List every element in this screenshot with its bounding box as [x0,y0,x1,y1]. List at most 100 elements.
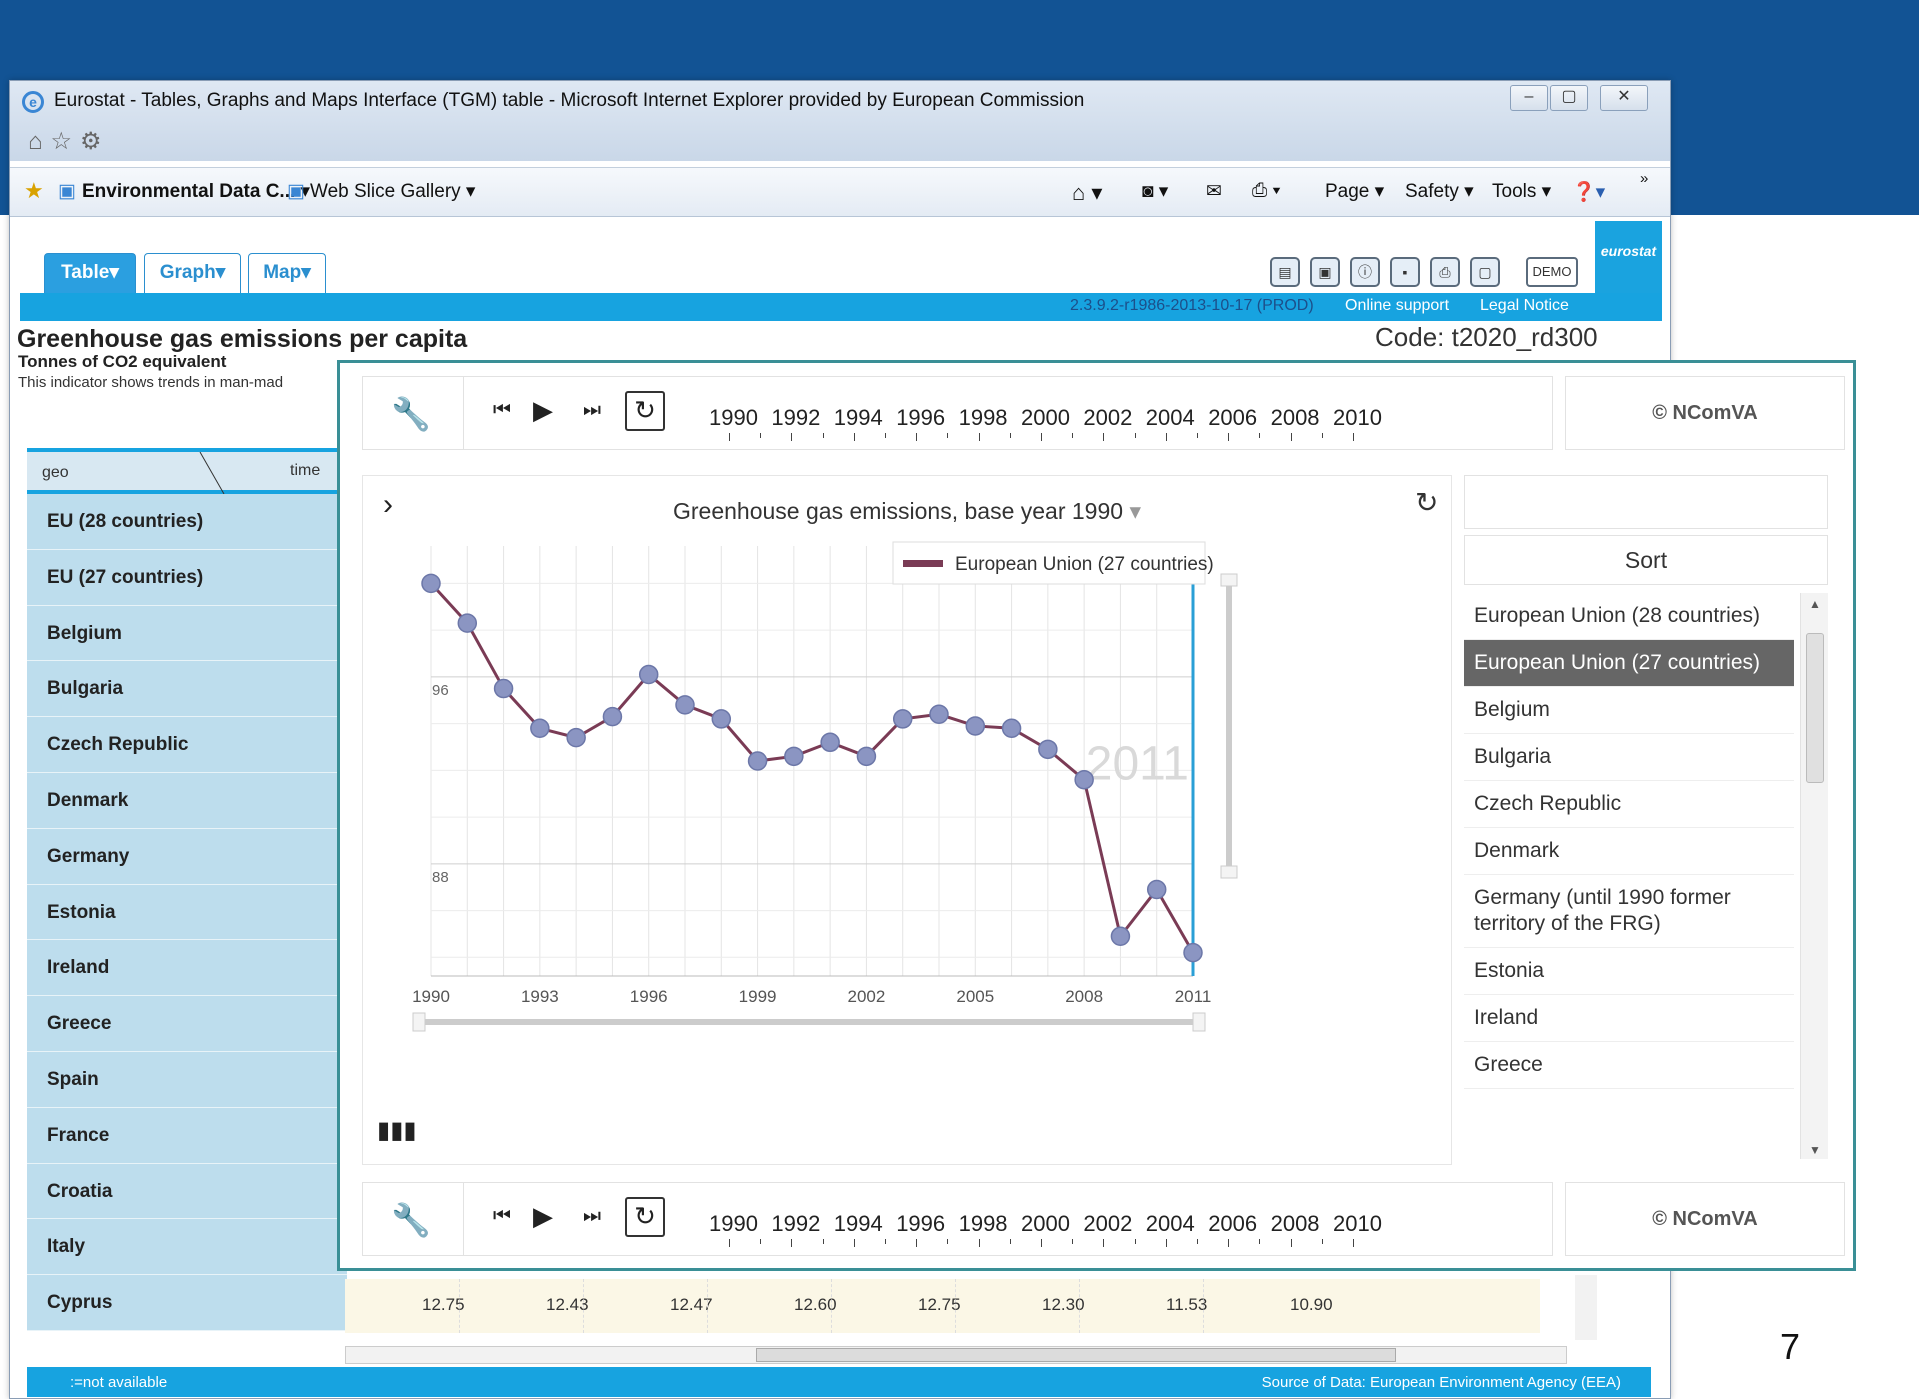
tab-table[interactable]: Table▾ [44,253,136,293]
page-title: Greenhouse gas emissions per capita [17,325,468,353]
timeline-year[interactable]: 2002 [1083,405,1132,431]
timeline-year[interactable]: 2000 [1021,405,1070,431]
page-icon: ▣ [58,181,76,202]
table-row[interactable]: Italy [27,1219,347,1276]
settings-icon[interactable]: ▤ [1270,257,1300,287]
table-row[interactable]: Bulgaria [27,661,347,718]
favorite-environmental-data[interactable]: Environmental Data C... ▾ [82,180,310,203]
table-row[interactable]: Greece [27,996,347,1052]
favorites-star-icon[interactable]: ★ [24,178,44,204]
timeline-year[interactable]: 1994 [834,405,883,431]
table-row[interactable]: France [27,1107,347,1164]
table-horizontal-scrollbar[interactable] [345,1346,1567,1364]
layout-icon[interactable]: ▣ [1310,257,1340,287]
tab-graph[interactable]: Graph▾ [144,253,241,293]
help-icon[interactable]: ❓▾ [1572,180,1605,204]
table-row[interactable]: Cyprus [27,1275,347,1331]
legal-notice-link[interactable]: Legal Notice [1480,297,1569,315]
country-list-item[interactable]: Estonia [1464,948,1794,995]
scroll-up-icon[interactable]: ▲ [1809,597,1821,611]
country-list-item[interactable]: Czech Republic [1464,781,1794,828]
country-list-item[interactable]: Germany (until 1990 former territory of … [1464,875,1794,948]
timeline-year[interactable]: 1994 [834,1211,883,1237]
timeline-year[interactable]: 2010 [1333,1211,1382,1237]
sort-button[interactable]: Sort [1464,535,1828,585]
timeline-year[interactable]: 2004 [1146,405,1195,431]
scroll-thumb[interactable] [756,1348,1396,1362]
wrench-icon[interactable]: 🔧 [391,395,431,433]
star-icon[interactable]: ☆ [51,128,81,155]
timeline-year[interactable]: 1990 [709,405,758,431]
table-row[interactable]: Spain [27,1051,347,1108]
skip-forward-icon[interactable]: ⏭ [583,1205,601,1228]
save-icon[interactable]: ▪ [1390,257,1420,287]
table-vertical-scrollbar[interactable] [1575,1275,1597,1340]
timeline-year[interactable]: 1996 [896,405,945,431]
country-list-item[interactable]: European Union (27 countries) [1464,640,1794,687]
table-row[interactable]: Estonia [27,884,347,941]
timeline-year[interactable]: 2008 [1271,1211,1320,1237]
play-icon[interactable]: ▶ [533,1201,553,1232]
table-row[interactable]: Denmark [27,772,347,829]
tab-map[interactable]: Map▾ [248,253,326,293]
timeline-year[interactable]: 2000 [1021,1211,1070,1237]
wrench-icon[interactable]: 🔧 [391,1201,431,1239]
bar-chart-icon[interactable]: ▮▮▮ [377,1116,417,1145]
scroll-down-icon[interactable]: ▼ [1809,1143,1821,1157]
timeline-year[interactable]: 1990 [709,1211,758,1237]
table-row[interactable]: Germany [27,828,347,885]
play-icon[interactable]: ▶ [533,395,553,426]
tools-menu[interactable]: Tools ▾ [1492,180,1551,203]
minimize-button[interactable]: – [1510,85,1548,111]
timeline-year[interactable]: 1992 [771,405,820,431]
replay-icon[interactable]: ↻ [625,1197,665,1237]
safety-menu[interactable]: Safety ▾ [1405,180,1474,203]
country-list-item[interactable]: European Union (28 countries) [1464,593,1794,640]
table-row[interactable]: EU (27 countries) [27,549,347,606]
country-list-item[interactable]: Bulgaria [1464,734,1794,781]
favorite-web-slice-gallery[interactable]: Web Slice Gallery ▾ [310,180,475,203]
home-icon[interactable]: ⌂ ▾ [1072,180,1102,206]
info-icon[interactable]: ⓘ [1350,257,1380,287]
maximize-button[interactable]: ▢ [1550,85,1588,111]
window-icon[interactable]: ▢ [1470,257,1500,287]
country-list-item[interactable]: Greece [1464,1042,1794,1089]
scroll-thumb[interactable] [1806,633,1824,783]
country-list-item[interactable]: Ireland [1464,995,1794,1042]
table-row[interactable]: EU (28 countries) [27,494,347,550]
timeline-year[interactable]: 2006 [1208,1211,1257,1237]
mail-icon[interactable]: ✉ [1206,180,1222,203]
table-row[interactable]: Belgium [27,605,347,662]
replay-icon[interactable]: ↻ [625,391,665,431]
feeds-icon[interactable]: ◙ ▾ [1142,180,1168,203]
skip-back-icon[interactable]: ⏮ [493,399,511,422]
timeline-year[interactable]: 2004 [1146,1211,1195,1237]
timeline-year[interactable]: 1998 [959,1211,1008,1237]
country-list-item[interactable]: Belgium [1464,687,1794,734]
timeline-year[interactable]: 1996 [896,1211,945,1237]
timeline-year[interactable]: 2002 [1083,1211,1132,1237]
country-list-item[interactable]: Denmark [1464,828,1794,875]
timeline-year[interactable]: 2008 [1271,405,1320,431]
country-list-scrollbar[interactable]: ▲ ▼ [1800,593,1828,1159]
home-icon[interactable]: ⌂ [28,128,51,155]
table-row[interactable]: Ireland [27,940,347,997]
close-button[interactable]: ✕ [1600,85,1648,111]
table-row[interactable]: Croatia [27,1163,347,1220]
page-menu[interactable]: Page ▾ [1325,180,1384,203]
demo-button[interactable]: DEMO [1526,257,1578,287]
skip-forward-icon[interactable]: ⏭ [583,399,601,422]
table-row[interactable]: Czech Republic [27,717,347,773]
country-search-input[interactable] [1464,475,1828,529]
print-icon[interactable]: ⎙ ▾ [1252,180,1280,202]
gear-icon[interactable]: ⚙ [80,128,110,155]
online-support-link[interactable]: Online support [1345,297,1449,315]
skip-back-icon[interactable]: ⏮ [493,1205,511,1228]
timeline-year[interactable]: 1992 [771,1211,820,1237]
more-chevron-icon[interactable]: » [1640,170,1648,187]
timeline-year[interactable]: 1998 [959,405,1008,431]
print-icon[interactable]: ⎙ [1430,257,1460,287]
timeline-year[interactable]: 2010 [1333,405,1382,431]
data-point [1001,718,1022,739]
timeline-year[interactable]: 2006 [1208,405,1257,431]
